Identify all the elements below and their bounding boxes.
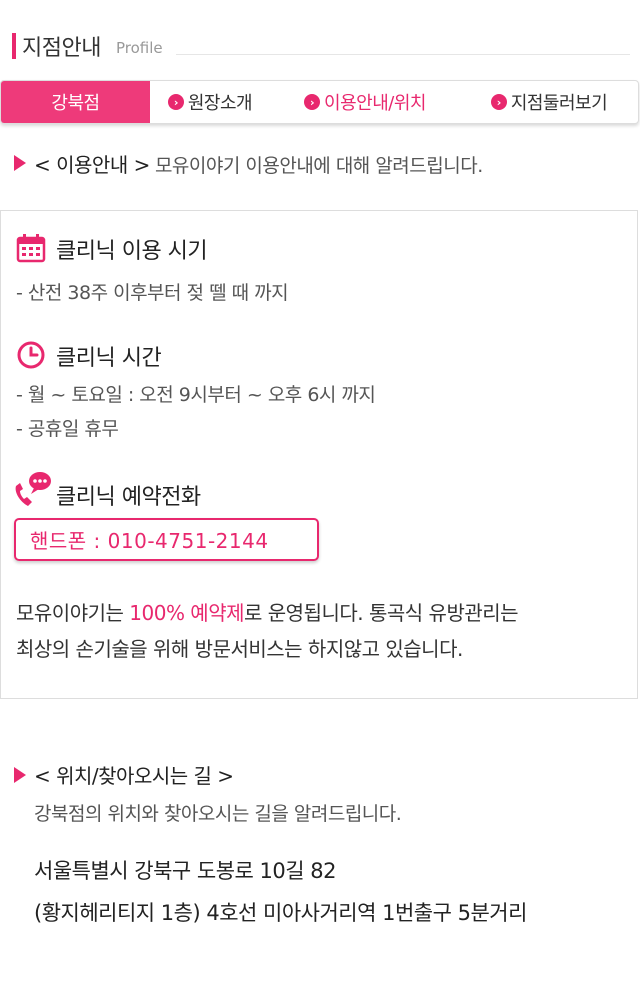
- phone-number: 핸드폰 : 010-4751-2144: [30, 529, 269, 553]
- page-title: 지점안내: [22, 36, 101, 61]
- tab-label: 강북점: [51, 93, 100, 114]
- reservation-highlight: 100% 예약제: [129, 601, 245, 625]
- notice-text: 모유이야기는: [16, 601, 130, 625]
- address-line-2: (황지헤리티지 1층) 4호선 미아사거리역 1번출구 5분거리: [34, 901, 527, 925]
- tab-branch-tour[interactable]: › 지점둘러보기: [460, 81, 638, 123]
- tab-director[interactable]: › 원장소개: [150, 81, 270, 123]
- notice-text: 로 운영됩니다. 통곡식 유방관리는: [244, 601, 519, 625]
- address-line-1: 서울특별시 강북구 도봉로 10길 82: [34, 859, 336, 883]
- clinic-hours-line: - 공휴일 휴무: [16, 418, 119, 440]
- tab-gangbuk[interactable]: 강북점: [1, 81, 150, 123]
- location-heading: < 위치/찾아오시는 길 >: [34, 764, 234, 788]
- chevron-right-icon: ›: [167, 94, 184, 110]
- tab-bar: 강북점 › 원장소개 › 이용안내/위치 › 지점둘러보기: [0, 80, 639, 124]
- tab-label: 원장소개: [187, 93, 253, 114]
- page-subtitle: Profile: [116, 39, 163, 57]
- phone-chat-icon: [15, 472, 51, 506]
- tab-label: 이용안내/위치: [324, 93, 426, 114]
- tab-usage-location[interactable]: › 이용안내/위치: [270, 81, 460, 123]
- phone-number-box[interactable]: 핸드폰 : 010-4751-2144: [14, 518, 319, 561]
- clinic-phone-title: 클리닉 예약전화: [56, 485, 201, 510]
- chevron-right-icon: ›: [490, 94, 507, 110]
- clock-icon: [17, 341, 45, 369]
- chevron-right-icon: ›: [304, 94, 321, 110]
- notice-line-2: 최상의 손기술을 위해 방문서비스는 하지않고 있습니다.: [16, 637, 463, 661]
- clinic-hours-line: - 월 ~ 토요일 : 오전 9시부터 ~ 오후 6시 까지: [16, 384, 376, 406]
- usage-heading: < 이용안내 >: [34, 153, 150, 177]
- usage-heading-row: < 이용안내 > 모유이야기 이용안내에 대해 알려드립니다.: [34, 149, 483, 178]
- notice-line-1: 모유이야기는 100% 예약제로 운영됩니다. 통곡식 유방관리는: [16, 597, 519, 626]
- tab-label: 지점둘러보기: [510, 93, 608, 114]
- header-divider: [176, 54, 630, 55]
- calendar-icon: [16, 234, 46, 263]
- clinic-period-title: 클리닉 이용 시기: [56, 239, 208, 264]
- usage-desc: 모유이야기 이용안내에 대해 알려드립니다.: [154, 155, 483, 177]
- header-accent-bar: [12, 33, 16, 59]
- triangle-bullet-icon: [14, 155, 26, 171]
- clinic-hours-title: 클리닉 시간: [56, 346, 162, 371]
- clinic-period-line: - 산전 38주 이후부터 젖 뗄 때 까지: [16, 282, 289, 304]
- triangle-bullet-icon: [14, 767, 26, 783]
- location-desc: 강북점의 위치와 찾아오시는 길을 알려드립니다.: [34, 803, 402, 825]
